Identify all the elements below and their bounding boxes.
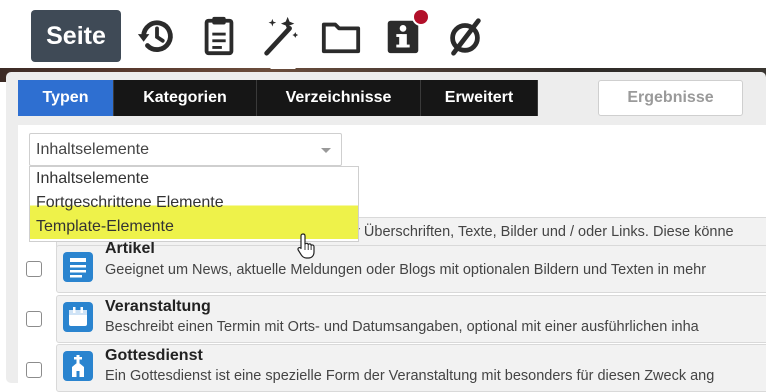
calendar-icon [63, 302, 93, 332]
card-description: Beschreibt einen Termin mit Orts- und Da… [105, 319, 699, 335]
checkbox[interactable] [26, 261, 42, 277]
list-item-veranstaltung: Veranstaltung Beschreibt einen Termin mi… [18, 291, 766, 343]
hand-cursor-icon [297, 233, 315, 259]
church-icon [63, 351, 93, 381]
type-select[interactable]: Inhaltselemente [29, 133, 342, 166]
list-item-artikel: Artikel Geeignet um News, aktuelle Meldu… [18, 240, 766, 295]
card-description: Geeignet um News, aktuelle Meldungen ode… [105, 262, 707, 278]
tab-typen[interactable]: Typen [18, 80, 114, 116]
chevron-down-icon [321, 148, 331, 153]
card-description: ür Überschriften, Texte, Bilder und / od… [347, 224, 734, 240]
card-title: Gottesdienst [105, 347, 203, 364]
option-inhaltselemente[interactable]: Inhaltselemente [30, 167, 358, 191]
card-description: Ein Gottesdienst ist eine spezielle Form… [105, 368, 715, 384]
tab-erweitert[interactable]: Erweitert [421, 80, 538, 116]
card-veranstaltung[interactable]: Veranstaltung Beschreibt einen Termin mi… [56, 295, 766, 343]
tab-verzeichnisse[interactable]: Verzeichnisse [257, 80, 421, 116]
card-gottesdienst[interactable]: Gottesdienst Ein Gottesdienst ist eine s… [56, 344, 766, 392]
card-title: Artikel [105, 240, 155, 257]
page-button[interactable]: Seite [31, 10, 121, 62]
checkbox[interactable] [26, 311, 42, 327]
list-item-gottesdienst: Gottesdienst Ein Gottesdienst ist eine s… [18, 340, 766, 392]
folder-icon[interactable] [320, 14, 362, 58]
select-value: Inhaltselemente [36, 141, 149, 158]
card-title: Veranstaltung [105, 298, 211, 315]
option-fortgeschrittene-elemente[interactable]: Fortgeschrittene Elemente [30, 191, 358, 215]
results-button[interactable]: Ergebnisse [598, 80, 743, 116]
article-icon [63, 252, 93, 282]
select-dropdown: Inhaltselemente Fortgeschrittene Element… [29, 166, 359, 242]
info-icon[interactable] [382, 8, 430, 58]
notification-dot [412, 8, 430, 26]
content-area: Inhaltselemente ür Überschriften, Texte,… [18, 125, 766, 392]
popover-caret [270, 56, 296, 69]
card-artikel[interactable]: Artikel Geeignet um News, aktuelle Meldu… [56, 240, 766, 293]
checkbox[interactable] [26, 362, 42, 378]
clipboard-icon[interactable] [198, 14, 240, 58]
tab-kategorien[interactable]: Kategorien [114, 80, 257, 116]
top-toolbar: Seite [0, 0, 766, 68]
magic-wand-icon[interactable] [259, 14, 301, 58]
tab-bar: Typen Kategorien Verzeichnisse Erweitert [18, 80, 538, 116]
empty-set-icon[interactable] [444, 14, 486, 58]
search-panel: Typen Kategorien Verzeichnisse Erweitert… [6, 72, 766, 392]
history-icon[interactable] [136, 14, 178, 58]
